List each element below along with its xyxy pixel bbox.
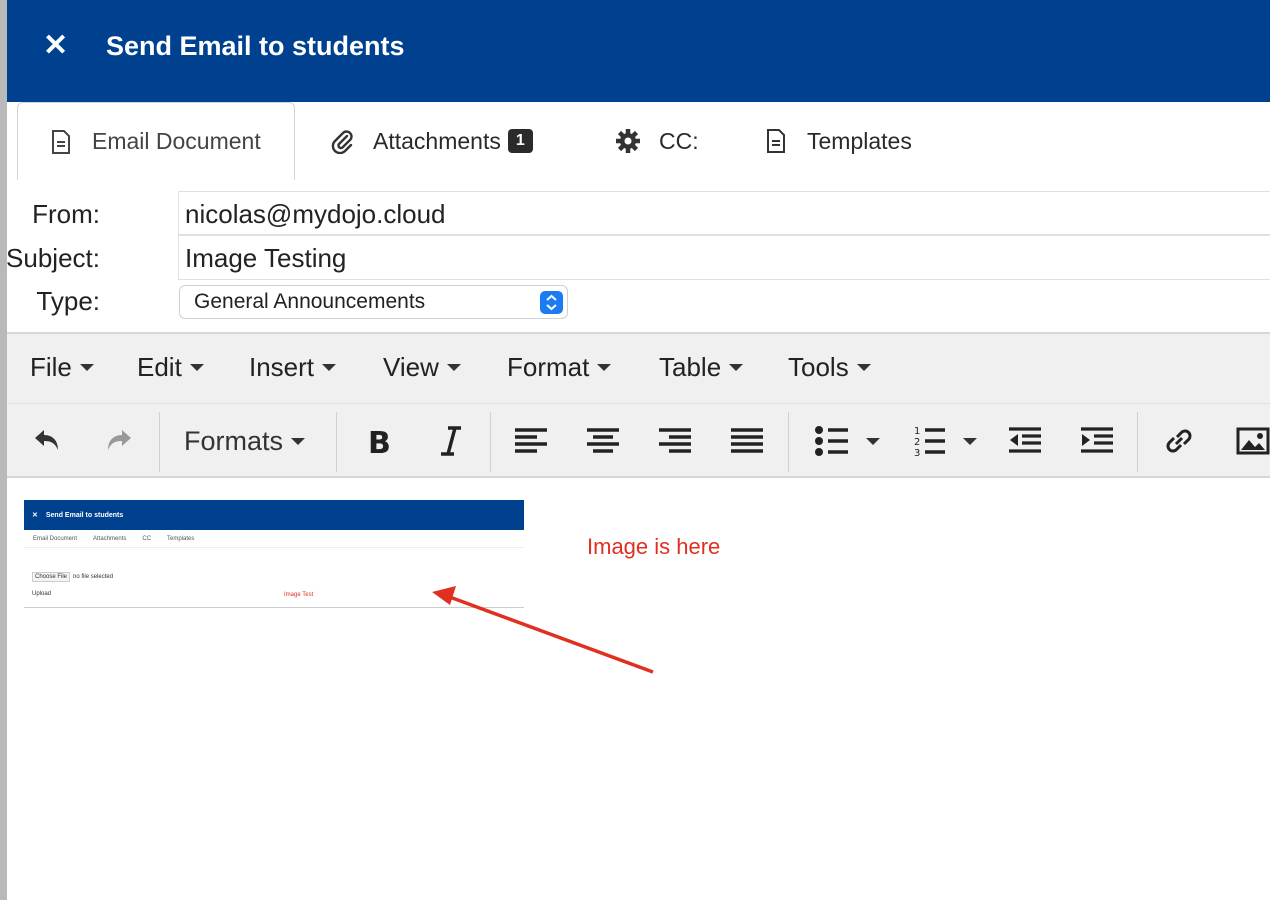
menu-label: File <box>30 352 72 382</box>
bullet-list-button[interactable] <box>807 404 887 478</box>
menu-edit[interactable]: Edit <box>137 352 204 383</box>
document-icon <box>763 127 789 155</box>
dialog-header: ✕ Send Email to students <box>7 0 1270 102</box>
toolbar-separator <box>1137 412 1138 472</box>
paperclip-icon <box>329 127 355 155</box>
redo-icon <box>108 430 131 450</box>
editor-toolbar: Formats B 123 <box>7 404 1270 478</box>
numbered-list-icon: 123 <box>914 426 945 458</box>
menu-view[interactable]: View <box>383 352 461 383</box>
align-right-button[interactable] <box>657 404 693 478</box>
from-label: From: <box>32 199 100 229</box>
menu-label: Insert <box>249 352 315 382</box>
tab-cc[interactable]: CC: <box>615 102 699 180</box>
align-left-icon <box>515 428 547 453</box>
menu-label: View <box>383 352 439 382</box>
toolbar-separator <box>159 412 160 472</box>
caret-down-icon <box>597 364 612 371</box>
caret-down-icon <box>963 437 977 445</box>
caret-down-icon <box>856 364 871 371</box>
svg-text:2: 2 <box>914 437 920 448</box>
caret-down-icon <box>729 364 744 371</box>
caret-down-icon <box>189 364 204 371</box>
align-left-button[interactable] <box>513 404 549 478</box>
formats-dropdown[interactable]: Formats <box>184 404 306 478</box>
red-arrow-annotation <box>432 586 654 674</box>
menu-label: Tools <box>788 352 849 382</box>
subject-label: Subject: <box>6 243 100 273</box>
numbered-list-button[interactable]: 123 <box>905 404 985 478</box>
toolbar-separator <box>490 412 491 472</box>
gear-icon <box>615 127 641 155</box>
menu-format[interactable]: Format <box>507 352 612 383</box>
toolbar-separator <box>788 412 789 472</box>
align-center-button[interactable] <box>585 404 621 478</box>
link-button[interactable] <box>1161 404 1197 478</box>
tab-templates[interactable]: Templates <box>763 102 912 180</box>
tab-attachments[interactable]: Attachments 1 <box>329 102 533 180</box>
tab-bar: Email Document Attachments 1 CC: Templat… <box>7 102 1270 180</box>
svg-text:B: B <box>368 426 391 456</box>
from-field[interactable]: nicolas@mydojo.cloud <box>178 191 1270 235</box>
caret-down-icon <box>866 437 880 445</box>
tab-email-document[interactable]: Email Document <box>17 102 295 180</box>
image-icon <box>1236 427 1270 455</box>
undo-icon <box>35 430 58 450</box>
editor-menubar: File Edit Insert View Format Table Tools <box>7 332 1270 404</box>
formats-label: Formats <box>184 425 284 456</box>
bold-icon: B <box>368 426 391 456</box>
align-justify-button[interactable] <box>729 404 765 478</box>
attachments-count-badge: 1 <box>507 129 533 153</box>
document-icon <box>48 128 74 156</box>
svg-text:1: 1 <box>914 426 920 437</box>
editor-content[interactable]: ✕ Send Email to students Email Document … <box>7 478 1270 900</box>
email-form: From: nicolas@mydojo.cloud Subject: Imag… <box>6 180 1270 332</box>
menu-insert[interactable]: Insert <box>249 352 337 383</box>
image-button[interactable] <box>1233 404 1270 478</box>
caret-down-icon <box>322 364 337 371</box>
italic-button[interactable] <box>431 404 471 478</box>
outdent-icon <box>1009 427 1041 453</box>
align-right-icon <box>659 428 691 453</box>
bullet-list-icon <box>815 426 848 456</box>
subject-field[interactable]: Image Testing <box>178 235 1270 280</box>
align-center-icon <box>587 428 619 453</box>
window-edge <box>0 0 7 900</box>
type-select[interactable]: General Announcements <box>179 285 568 319</box>
undo-button[interactable] <box>27 404 67 478</box>
indent-button[interactable] <box>1079 404 1115 478</box>
tab-label: Templates <box>807 127 912 154</box>
redo-button[interactable] <box>99 404 139 478</box>
menu-tools[interactable]: Tools <box>788 352 871 383</box>
link-icon <box>1166 429 1192 453</box>
indent-icon <box>1081 427 1113 453</box>
dialog-title: Send Email to students <box>106 31 405 61</box>
close-icon[interactable]: ✕ <box>43 30 68 62</box>
svg-text:3: 3 <box>914 448 920 458</box>
menu-label: Edit <box>137 352 182 382</box>
type-label: Type: <box>36 286 100 316</box>
outdent-button[interactable] <box>1007 404 1043 478</box>
tab-label: CC: <box>659 127 699 154</box>
caret-down-icon <box>291 437 306 445</box>
bold-button[interactable]: B <box>359 404 399 478</box>
caret-down-icon <box>79 364 94 371</box>
menu-label: Format <box>507 352 590 382</box>
toolbar-separator <box>336 412 337 472</box>
tab-label: Attachments <box>373 127 501 154</box>
menu-label: Table <box>659 352 722 382</box>
caret-down-icon <box>446 364 461 371</box>
italic-icon <box>441 426 461 456</box>
tab-label: Email Document <box>92 128 261 154</box>
menu-table[interactable]: Table <box>659 352 744 383</box>
type-select-value: General Announcements <box>194 290 426 313</box>
menu-file[interactable]: File <box>30 352 94 383</box>
align-justify-icon <box>731 428 763 453</box>
select-chevron-icon <box>540 291 563 314</box>
